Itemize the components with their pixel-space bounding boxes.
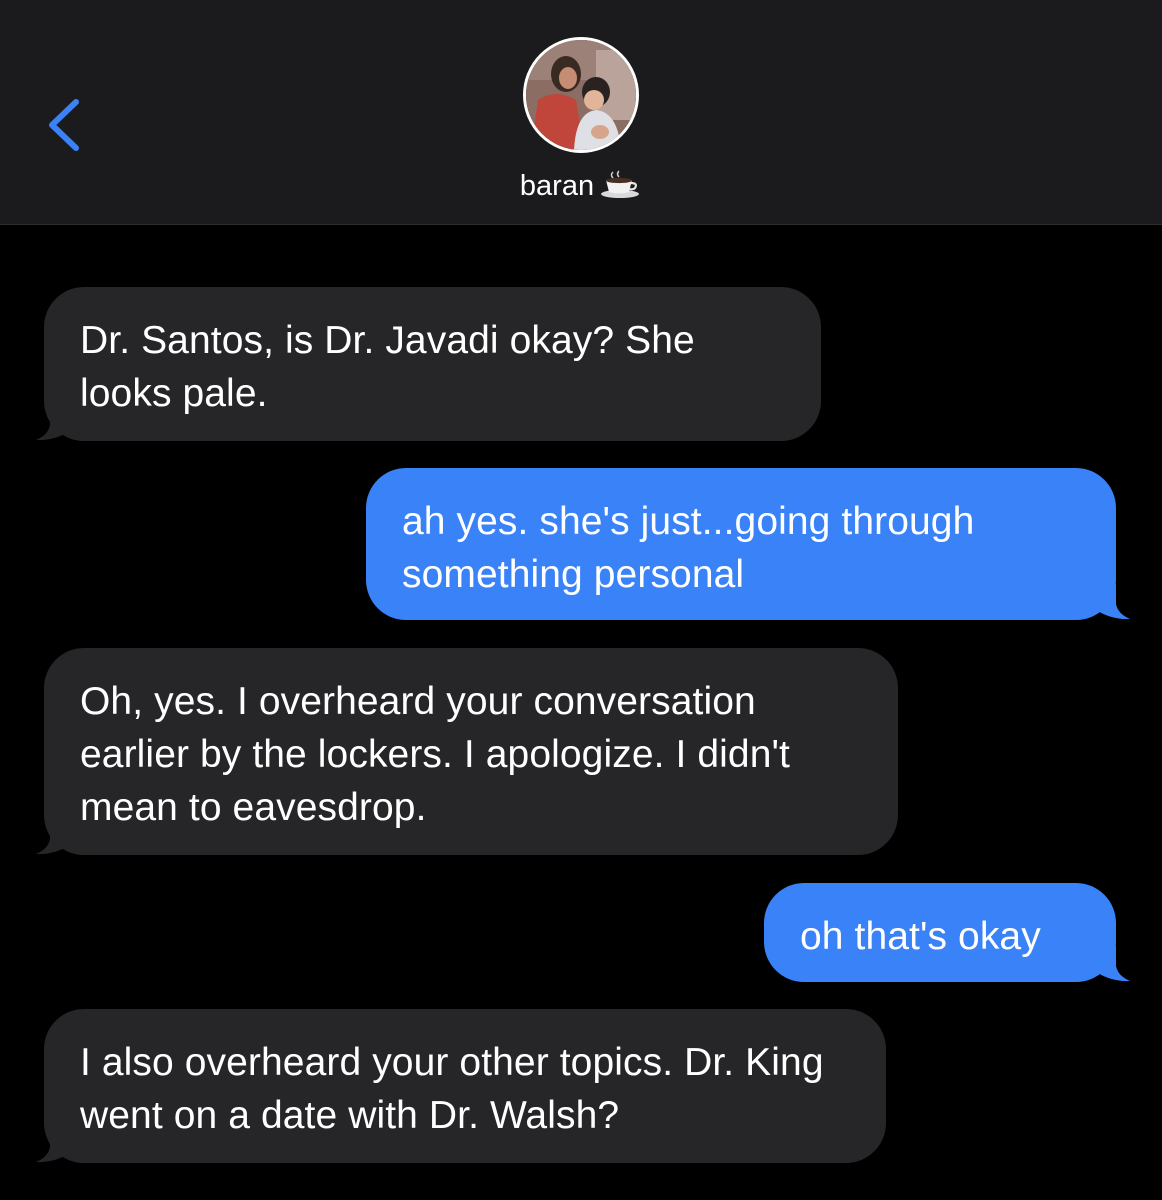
bubble-tail	[36, 819, 70, 855]
message-outgoing[interactable]: ah yes. she's just...going through somet…	[366, 468, 1116, 620]
message-text: oh that's okay	[800, 915, 1041, 958]
contact-name-button[interactable]: baran	[0, 166, 1162, 206]
message-text: Dr. Santos, is Dr. Javadi okay? She look…	[80, 319, 695, 415]
bubble-tail	[36, 1127, 70, 1163]
message-text: ah yes. she's just...going through somet…	[402, 500, 975, 596]
message-incoming[interactable]: I also overheard your other topics. Dr. …	[44, 1009, 886, 1163]
avatar-photo	[526, 40, 636, 150]
contact-name: baran	[519, 170, 595, 202]
coffee-cup-icon	[601, 170, 640, 199]
message-text: I also overheard your other topics. Dr. …	[80, 1041, 824, 1137]
conversation-header: baran	[0, 0, 1162, 225]
message-text: Oh, yes. I overheard your conversation e…	[80, 680, 790, 829]
bubble-tail	[1096, 946, 1130, 982]
message-incoming[interactable]: Oh, yes. I overheard your conversation e…	[44, 648, 898, 855]
back-button[interactable]	[40, 92, 90, 162]
chevron-left-icon	[49, 99, 79, 151]
avatar[interactable]	[523, 37, 639, 153]
message-incoming[interactable]: Dr. Santos, is Dr. Javadi okay? She look…	[44, 287, 821, 441]
bubble-tail	[36, 405, 70, 441]
message-outgoing[interactable]: oh that's okay	[764, 883, 1116, 982]
bubble-tail	[1096, 584, 1130, 620]
